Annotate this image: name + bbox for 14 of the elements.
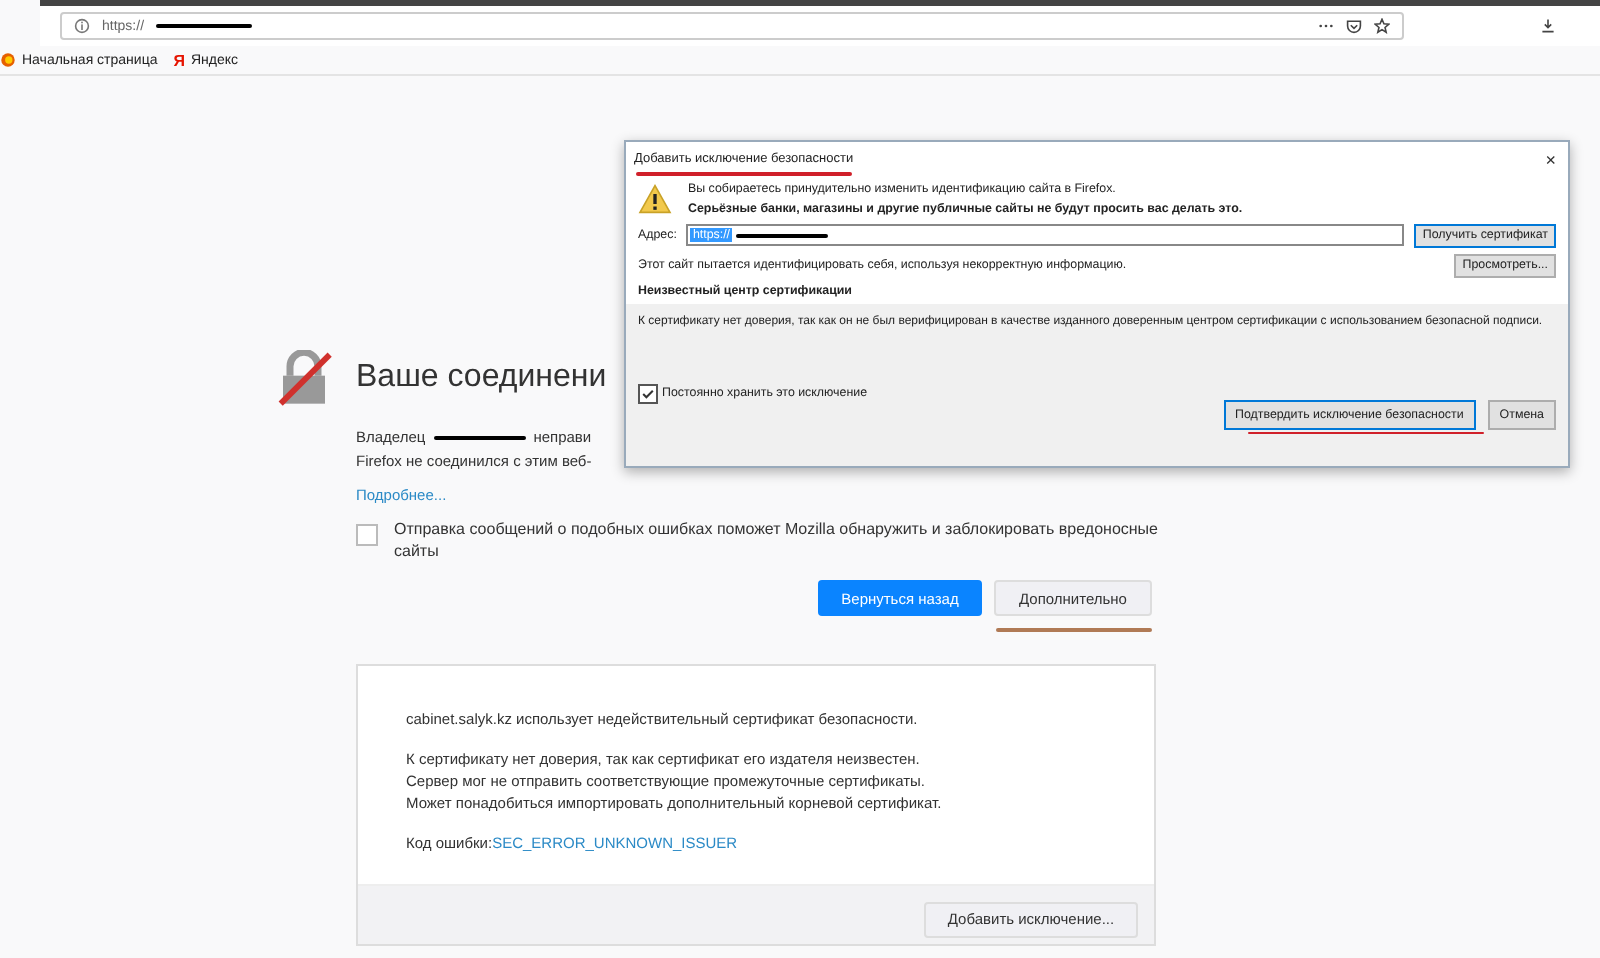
info-icon[interactable]	[74, 18, 90, 34]
page-title: Ваше соединени	[356, 360, 607, 396]
permanent-checkbox[interactable]	[638, 383, 658, 403]
star-icon[interactable]	[1374, 18, 1390, 34]
pocket-icon[interactable]	[1346, 18, 1362, 34]
redaction-bar	[433, 435, 526, 441]
close-button[interactable]: ×	[1541, 149, 1560, 169]
redaction-bar	[156, 23, 253, 29]
download-icon[interactable]	[1540, 18, 1556, 34]
report-checkbox[interactable]	[356, 524, 378, 546]
yandex-logo-icon: Я	[173, 51, 185, 69]
broken-lock-icon	[276, 350, 332, 406]
report-label: Отправка сообщений о подобных ошибках поможет Mozilla обнаружить и заблокировать вредоносные сайты	[394, 518, 1161, 562]
warning-icon	[638, 184, 672, 214]
